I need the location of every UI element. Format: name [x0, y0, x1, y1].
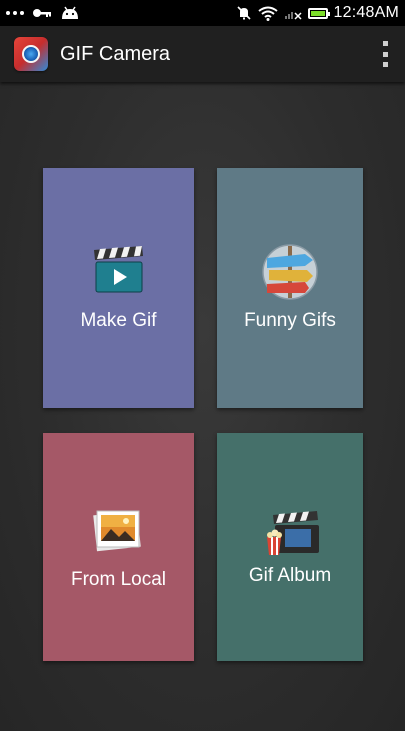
from-local-tile[interactable]: From Local: [43, 433, 194, 661]
funny-gifs-tile[interactable]: Funny Gifs: [217, 168, 363, 408]
photo-stack-icon: [93, 510, 141, 552]
funny-gifs-label: Funny Gifs: [244, 310, 336, 331]
make-gif-tile[interactable]: Make Gif: [43, 168, 194, 408]
no-signal-icon: [284, 12, 302, 20]
make-gif-label: Make Gif: [80, 310, 157, 331]
android-icon: [62, 6, 78, 19]
gif-album-tile[interactable]: Gif Album: [217, 433, 363, 661]
overflow-menu-icon[interactable]: [379, 41, 391, 67]
from-local-label: From Local: [70, 569, 167, 590]
action-bar: GIF Camera: [0, 26, 405, 82]
status-clock: 12:48AM: [333, 4, 399, 21]
more-dots-icon: [6, 11, 24, 15]
status-right: 12:48AM: [236, 4, 399, 22]
mute-icon: [236, 6, 251, 20]
gif-album-label: Gif Album: [248, 565, 332, 586]
wifi-icon: [257, 6, 278, 21]
screen: 12:48AM GIF Camera Make Gif Funny Gifs F…: [0, 0, 405, 731]
clapperboard-play-icon: [94, 246, 143, 293]
status-left: [6, 6, 80, 20]
clapperboard-popcorn-icon: [267, 511, 319, 555]
key-icon: [33, 9, 51, 17]
app-title: GIF Camera: [60, 42, 171, 65]
gif-camera-app-icon[interactable]: [14, 37, 48, 71]
status-bar: 12:48AM: [0, 0, 405, 26]
battery-icon: [307, 7, 330, 19]
signpost-arrows-icon: [262, 244, 318, 300]
